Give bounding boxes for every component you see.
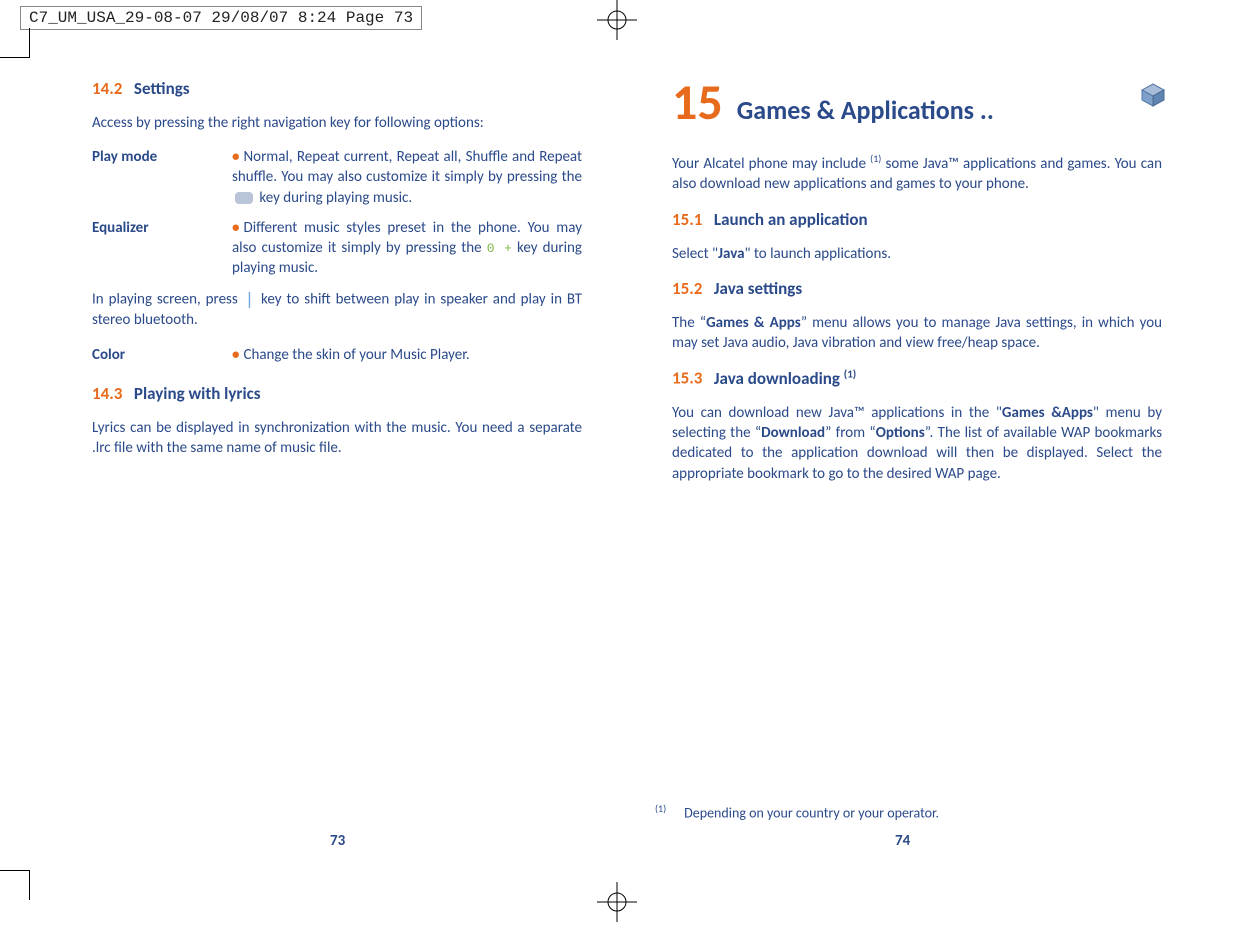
section-number: 15.1: [672, 209, 702, 230]
equalizer-term: Equalizer: [92, 218, 232, 279]
equalizer-def: •Different music styles preset in the ph…: [232, 218, 582, 279]
bullet-icon: •: [232, 148, 239, 166]
page-number-right: 74: [895, 832, 910, 850]
bt-key-icon: ❘: [243, 290, 256, 309]
bullet-icon: •: [232, 219, 239, 237]
page-left: 14.2 Settings Access by pressing the rig…: [92, 78, 582, 498]
registration-mark-top: [597, 0, 637, 40]
section-15-1-body: Select "Java" to launch applications.: [672, 244, 1162, 264]
color-def: •Change the skin of your Music Player.: [232, 345, 582, 365]
section-15-3-heading: 15.3 Java downloading (1): [672, 367, 1162, 391]
footnote: (1) Depending on your country or your ope…: [655, 802, 1145, 822]
footnote-marker: (1): [655, 802, 666, 815]
lyrics-body: Lyrics can be displayed in synchronizati…: [92, 418, 582, 459]
crop-mark-tl: [0, 28, 30, 58]
bt-paragraph: In playing screen, press ❘ key to shift …: [92, 289, 582, 331]
section-title: Java settings: [714, 278, 802, 299]
settings-intro: Access by pressing the right navigation …: [92, 113, 582, 133]
playmode-row: Play mode •Normal, Repeat current, Repea…: [92, 147, 582, 208]
section-title: Playing with lyrics: [134, 383, 261, 404]
chapter-heading: 15 Games & Applications ..: [672, 78, 1162, 128]
section-14-2-heading: 14.2 Settings: [92, 78, 582, 101]
chapter-intro: Your Alcatel phone may include (1) some …: [672, 152, 1162, 195]
page-number-left: 73: [330, 832, 345, 850]
color-row: Color •Change the skin of your Music Pla…: [92, 345, 582, 365]
prepress-header: C7_UM_USA_29-08-07 29/08/07 8:24 Page 73: [20, 6, 422, 30]
nav-key-icon: [235, 192, 253, 204]
section-14-3-heading: 14.3 Playing with lyrics: [92, 383, 582, 406]
playmode-def: •Normal, Repeat current, Repeat all, Shu…: [232, 147, 582, 208]
section-number: 15.3: [672, 368, 702, 389]
chapter-number: 15: [672, 78, 723, 128]
chapter-title: Games & Applications ..: [737, 93, 994, 128]
footnote-text: Depending on your country or your operat…: [684, 805, 939, 822]
section-title: Launch an application: [714, 209, 868, 230]
section-title: Settings: [134, 78, 190, 99]
registration-mark-bottom: [597, 882, 637, 922]
section-number: 15.2: [672, 278, 702, 299]
cube-icon: [1140, 82, 1166, 108]
zero-key-icon: 0 +: [487, 241, 512, 256]
section-title: Java downloading (1): [714, 368, 856, 389]
section-number: 14.3: [92, 383, 122, 404]
color-term: Color: [92, 345, 232, 365]
page-right: 15 Games & Applications .. Your Alcatel …: [672, 78, 1162, 498]
crop-mark-bl: [0, 870, 30, 900]
equalizer-row: Equalizer •Different music styles preset…: [92, 218, 582, 279]
section-15-3-body: You can download new Java™ applications …: [672, 403, 1162, 484]
bullet-icon: •: [232, 346, 239, 364]
section-number: 14.2: [92, 78, 122, 99]
section-15-2-body: The “Games & Apps” menu allows you to ma…: [672, 313, 1162, 354]
section-15-2-heading: 15.2 Java settings: [672, 278, 1162, 301]
playmode-term: Play mode: [92, 147, 232, 208]
section-15-1-heading: 15.1 Launch an application: [672, 209, 1162, 232]
